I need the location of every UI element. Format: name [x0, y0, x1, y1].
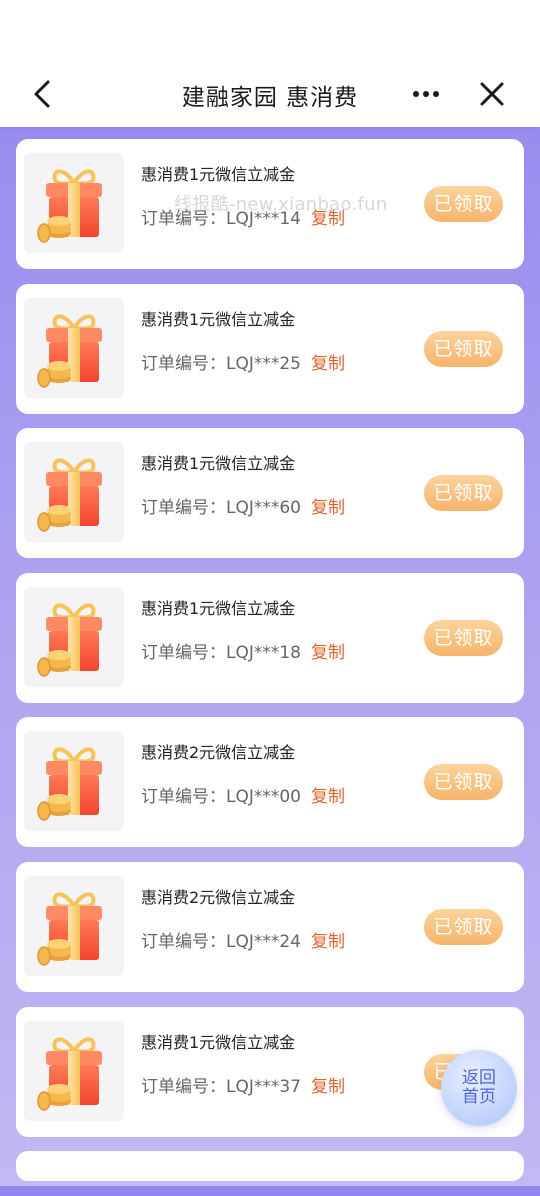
copy-link[interactable]: 复制 [311, 932, 345, 952]
return-home-line1: 返回 [462, 1068, 496, 1088]
copy-link[interactable]: 复制 [311, 1077, 345, 1097]
order-number: LQJ***00 [226, 787, 301, 808]
order-number: LQJ***60 [226, 498, 301, 519]
order-number-label: 订单编号： [141, 1076, 226, 1097]
order-number-label: 订单编号： [141, 353, 226, 374]
gift-thumbnail [24, 297, 124, 398]
item-name: 惠消费1元微信立减金 [141, 454, 296, 474]
copy-link[interactable]: 复制 [311, 354, 345, 374]
gift-thumbnail [24, 442, 124, 543]
item-name: 惠消费1元微信立减金 [141, 598, 296, 618]
item-name: 惠消费2元微信立减金 [141, 887, 296, 907]
claimed-status-button[interactable]: 已领取 [424, 908, 503, 945]
gift-thumbnail [24, 731, 124, 832]
order-number-row: 订单编号：LQJ***00 复制 [141, 782, 345, 807]
watermark: 线报酷-new.xianbao.fun [174, 194, 388, 215]
order-card: 惠消费1元微信立减金 订单编号：LQJ***18 复制 已领取 [16, 572, 524, 703]
claimed-status-button[interactable]: 已领取 [424, 475, 503, 512]
order-list: 惠消费1元微信立减金 订单编号：LQJ***14 复制 已领取 惠消费1元微信立… [16, 139, 524, 1196]
order-card: 惠消费1元微信立减金 订单编号：LQJ***60 复制 已领取 [16, 428, 524, 559]
item-name: 惠消费1元微信立减金 [141, 309, 296, 329]
gift-thumbnail [24, 586, 124, 687]
claimed-status-button[interactable]: 已领取 [424, 186, 503, 222]
return-home-line2: 首页 [462, 1087, 496, 1107]
item-name: 惠消费1元微信立减金 [141, 1032, 296, 1052]
gift-thumbnail [24, 1020, 124, 1121]
claimed-status-button[interactable]: 已领取 [424, 330, 503, 367]
gift-thumbnail [24, 153, 124, 253]
copy-link[interactable]: 复制 [311, 498, 345, 518]
copy-link[interactable]: 复制 [311, 787, 345, 807]
gift-box-icon [37, 169, 102, 243]
nav-bar: 建融家园 惠消费 [0, 0, 540, 127]
order-number: LQJ***37 [226, 1076, 301, 1097]
order-card-partial [16, 1151, 524, 1182]
order-number-label: 订单编号： [141, 642, 226, 663]
gift-box-icon [37, 314, 102, 388]
order-card: 惠消费2元微信立减金 订单编号：LQJ***00 复制 已领取 [16, 717, 524, 848]
more-button[interactable] [408, 80, 444, 108]
order-number: LQJ***24 [226, 931, 301, 952]
gift-box-icon [37, 747, 102, 822]
gift-box-icon [37, 603, 102, 677]
gift-box-icon [37, 458, 102, 532]
order-number-row: 订单编号：LQJ***25 复制 [141, 349, 345, 374]
order-card: 惠消费1元微信立减金 订单编号：LQJ***25 复制 已领取 [16, 283, 524, 414]
gift-box-icon [37, 1036, 102, 1111]
order-number: LQJ***18 [226, 642, 301, 663]
return-home-button[interactable]: 返回 首页 [441, 1050, 517, 1126]
claimed-status-button[interactable]: 已领取 [424, 764, 503, 801]
order-number: LQJ***25 [226, 353, 301, 374]
order-number-row: 订单编号：LQJ***24 复制 [141, 927, 345, 952]
order-number-label: 订单编号： [141, 498, 226, 519]
order-number-label: 订单编号： [141, 931, 226, 952]
close-button[interactable] [474, 76, 510, 112]
gift-box-icon [37, 892, 102, 966]
order-number-row: 订单编号：LQJ***37 复制 [141, 1072, 345, 1097]
close-icon [480, 82, 504, 106]
order-number-row: 订单编号：LQJ***18 复制 [141, 638, 345, 663]
gift-thumbnail [24, 875, 124, 976]
order-number-label: 订单编号： [141, 787, 226, 808]
back-button[interactable] [26, 76, 62, 112]
item-name: 惠消费2元微信立减金 [141, 743, 296, 763]
item-name: 惠消费1元微信立减金 [141, 165, 296, 184]
claimed-status-button[interactable]: 已领取 [424, 619, 503, 656]
more-dots-icon [413, 91, 439, 97]
copy-link[interactable]: 复制 [311, 643, 345, 663]
order-number-row: 订单编号：LQJ***60 复制 [141, 493, 345, 518]
chevron-left-icon [34, 80, 50, 108]
order-card: 惠消费2元微信立减金 订单编号：LQJ***24 复制 已领取 [16, 861, 524, 992]
page-title: 建融家园 惠消费 [181, 85, 359, 111]
